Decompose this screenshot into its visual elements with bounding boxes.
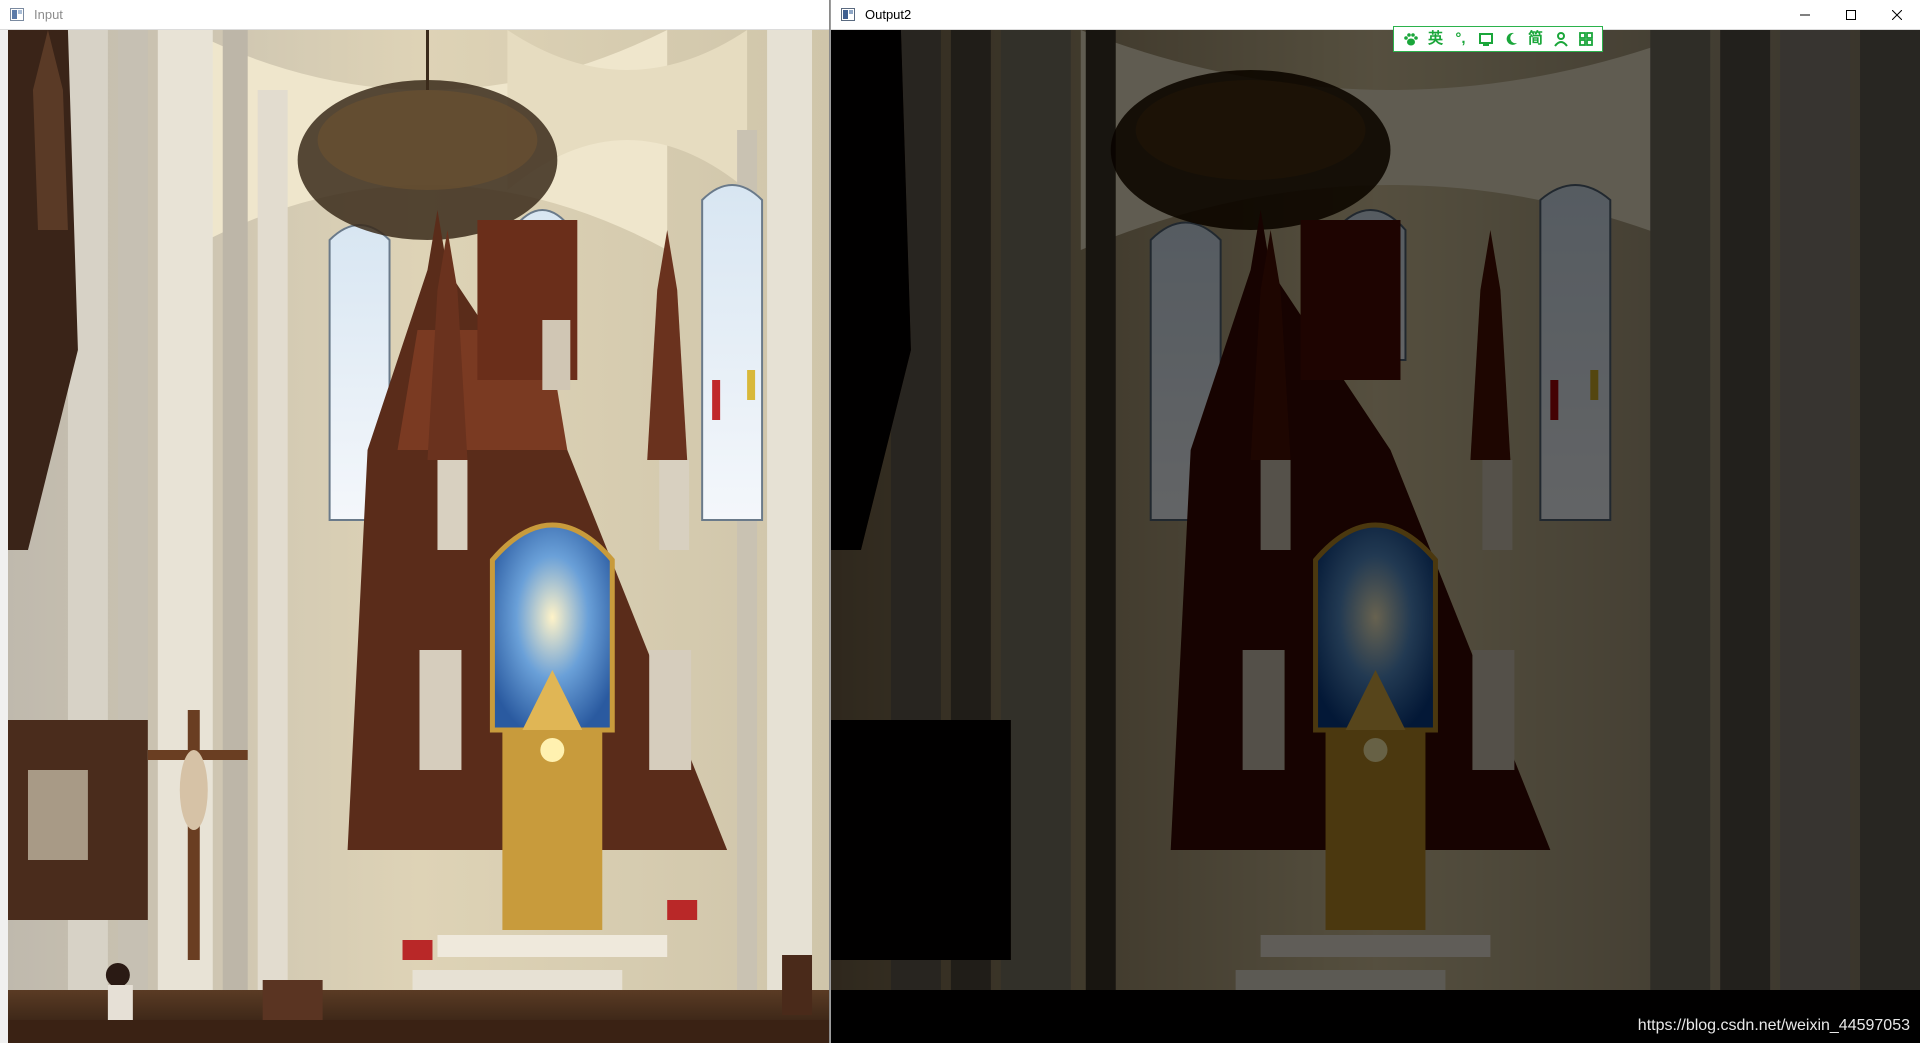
output-window-titlebar[interactable]: Output2 xyxy=(831,0,1920,30)
maximize-button[interactable] xyxy=(1828,0,1874,30)
minimize-icon xyxy=(1800,14,1810,16)
ime-punctuation-toggle[interactable]: °, xyxy=(1450,29,1472,49)
grid-icon xyxy=(1578,32,1593,46)
input-window[interactable]: Input xyxy=(0,0,830,1043)
output-image-canvas[interactable]: https://blog.csdn.net/weixin_44597053 xyxy=(831,30,1920,1043)
ime-language-toggle[interactable]: 英 xyxy=(1425,29,1447,49)
input-image-canvas[interactable] xyxy=(8,30,829,1043)
ime-toolbox-button[interactable] xyxy=(1575,29,1597,49)
ime-simplified-toggle[interactable]: 简 xyxy=(1525,29,1547,49)
csdn-watermark: https://blog.csdn.net/weixin_44597053 xyxy=(1637,1017,1910,1034)
input-window-title: Input xyxy=(34,7,63,22)
user-icon xyxy=(1553,32,1568,47)
output-window-title: Output2 xyxy=(865,7,912,22)
close-button[interactable] xyxy=(1874,0,1920,30)
ime-toolbar[interactable]: 英 °, 简 xyxy=(1393,26,1603,52)
opencv-window-icon xyxy=(10,8,24,21)
paw-icon xyxy=(1403,33,1418,46)
moon-icon xyxy=(1506,32,1517,45)
desktop: Input Output2 https://blog.csdn.net/weix… xyxy=(0,0,1920,1043)
cathedral-image-output xyxy=(831,30,1920,1043)
ime-user-button[interactable] xyxy=(1550,29,1572,49)
ime-skin-button[interactable] xyxy=(1500,29,1522,49)
ime-keyboard-button[interactable] xyxy=(1475,29,1497,49)
window-controls xyxy=(1782,0,1920,30)
close-icon xyxy=(1892,10,1902,20)
input-window-titlebar[interactable]: Input xyxy=(0,0,829,30)
maximize-icon xyxy=(1846,10,1856,20)
opencv-window-icon xyxy=(841,8,855,21)
keyboard-icon xyxy=(1478,33,1493,46)
output-window[interactable]: Output2 https://blog.csdn.net/weixin_445… xyxy=(830,0,1920,1043)
ime-paw-button[interactable] xyxy=(1400,29,1422,49)
cathedral-image-input xyxy=(8,30,829,1043)
minimize-button[interactable] xyxy=(1782,0,1828,30)
